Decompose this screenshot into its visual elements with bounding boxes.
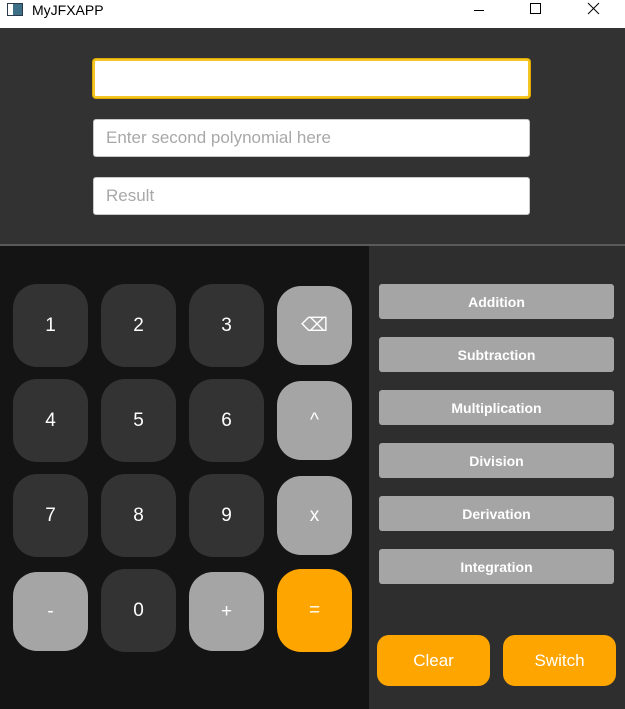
switch-button[interactable]: Switch: [503, 635, 616, 686]
minimize-button[interactable]: [456, 0, 502, 20]
input-area: [0, 28, 625, 244]
key-1[interactable]: 1: [13, 284, 88, 367]
key-9[interactable]: 9: [189, 474, 264, 557]
key-3[interactable]: 3: [189, 284, 264, 367]
key-8[interactable]: 8: [101, 474, 176, 557]
plus-button[interactable]: +: [189, 572, 264, 651]
power-button[interactable]: ^: [277, 381, 352, 460]
backspace-icon: ⌫: [301, 315, 328, 336]
minimize-icon: [474, 10, 484, 11]
close-button[interactable]: [570, 0, 616, 20]
derivation-button[interactable]: Derivation: [379, 496, 614, 531]
key-4[interactable]: 4: [13, 379, 88, 462]
key-0[interactable]: 0: [101, 569, 176, 652]
x-variable-button[interactable]: x: [277, 476, 352, 555]
first-polynomial-input[interactable]: [93, 59, 530, 98]
integration-button[interactable]: Integration: [379, 549, 614, 584]
maximize-button[interactable]: [512, 0, 558, 20]
addition-button[interactable]: Addition: [379, 284, 614, 319]
key-6[interactable]: 6: [189, 379, 264, 462]
multiplication-button[interactable]: Multiplication: [379, 390, 614, 425]
equals-button[interactable]: =: [277, 569, 352, 652]
title-bar[interactable]: MyJFXAPP: [0, 0, 625, 28]
result-field[interactable]: [93, 177, 530, 215]
key-2[interactable]: 2: [101, 284, 176, 367]
window-title: MyJFXAPP: [32, 2, 104, 18]
clear-button[interactable]: Clear: [377, 635, 490, 686]
minus-button[interactable]: -: [13, 572, 88, 651]
key-5[interactable]: 5: [101, 379, 176, 462]
second-polynomial-input[interactable]: [93, 119, 530, 157]
subtraction-button[interactable]: Subtraction: [379, 337, 614, 372]
division-button[interactable]: Division: [379, 443, 614, 478]
backspace-button[interactable]: ⌫: [277, 286, 352, 365]
maximize-icon: [530, 3, 541, 14]
close-icon: [587, 2, 600, 15]
key-7[interactable]: 7: [13, 474, 88, 557]
operations-panel: Addition Subtraction Multiplication Divi…: [369, 246, 625, 709]
app-window: MyJFXAPP 1 2 3 ⌫: [0, 0, 625, 709]
app-icon: [7, 3, 23, 16]
keypad-panel: 1 2 3 ⌫ 4 5 6 ^ 7 8 9 x - 0 + =: [0, 246, 369, 709]
